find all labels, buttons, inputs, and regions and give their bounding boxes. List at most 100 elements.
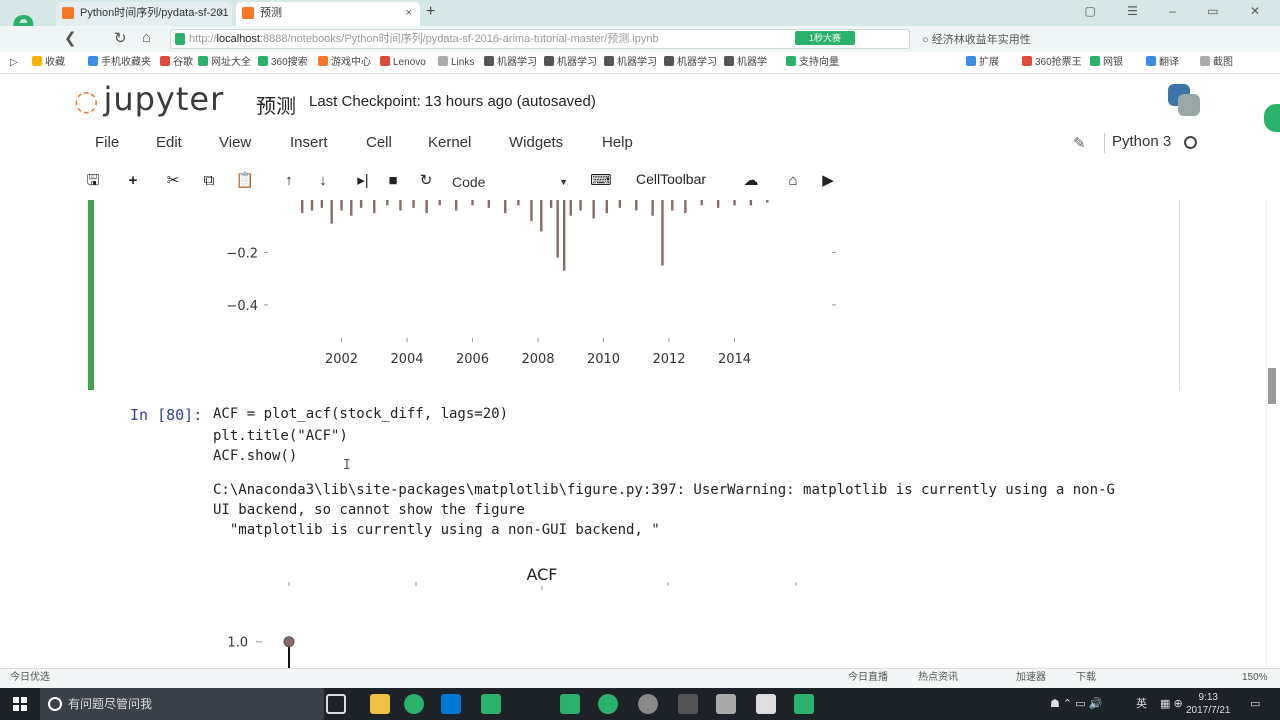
- app-icon[interactable]: [638, 694, 658, 714]
- close-icon[interactable]: ×: [406, 2, 412, 24]
- jupyter-logo[interactable]: ◌ jupyter: [74, 80, 224, 118]
- bookmark-item[interactable]: Lenovo: [380, 52, 426, 73]
- bookmark-item[interactable]: 360搜索: [258, 52, 308, 73]
- bookmark-item[interactable]: 谷歌: [160, 52, 193, 73]
- cut-icon[interactable]: ✂: [160, 170, 186, 192]
- edit-pencil-icon[interactable]: ✎: [1073, 134, 1086, 152]
- status-live[interactable]: 今日直播: [848, 669, 888, 687]
- menu-kernel[interactable]: Kernel: [428, 134, 471, 151]
- bar-mark: [569, 200, 572, 216]
- bookmark-item[interactable]: 机器学习: [484, 52, 537, 73]
- save-icon[interactable]: 🖫: [80, 170, 106, 192]
- refresh-icon[interactable]: ↻: [114, 29, 127, 47]
- taskbar-clock[interactable]: 9:13 2017/7/21: [1186, 691, 1231, 717]
- taskbar-search[interactable]: 有问题尽管问我: [40, 688, 324, 720]
- scrollbar-track[interactable]: [1266, 200, 1267, 668]
- status-today-pick[interactable]: 今日优选: [10, 669, 50, 687]
- status-accelerator[interactable]: 加速器: [1016, 669, 1046, 687]
- run-icon[interactable]: ▸|: [350, 170, 376, 192]
- bookmark-item[interactable]: 扩展: [966, 52, 999, 73]
- bookmark-item[interactable]: 360抢票王: [1022, 52, 1082, 73]
- move-up-icon[interactable]: ↑: [276, 170, 302, 192]
- zoom-level[interactable]: 150%: [1242, 669, 1268, 687]
- stop-icon[interactable]: ■: [380, 170, 406, 192]
- bookmark-item[interactable]: 截图: [1200, 52, 1233, 73]
- file-explorer-icon[interactable]: [370, 694, 390, 714]
- bar-mark: [399, 200, 402, 211]
- notebook-area[interactable]: −0.2 −0.4 2002 2004 2006 2008 2010 2012 2014 In …: [0, 200, 1280, 668]
- kernel-name[interactable]: Python 3: [1104, 133, 1171, 153]
- search-suggestion[interactable]: ○ 经济林收益年实用性: [922, 31, 1031, 47]
- bookmarks-toggle-icon[interactable]: ▷: [10, 52, 18, 73]
- menu-insert[interactable]: Insert: [290, 134, 328, 151]
- tab-title: Python时间序列/pydata-sf-201: [80, 7, 229, 19]
- bookmark-item[interactable]: Links: [438, 52, 474, 73]
- bookmark-item[interactable]: 网址大全: [198, 52, 251, 73]
- bookmark-item[interactable]: 机器学: [724, 52, 767, 73]
- app-icon[interactable]: [560, 694, 580, 714]
- menu-cell[interactable]: Cell: [366, 134, 392, 151]
- app-icon[interactable]: [716, 694, 736, 714]
- new-tab-button[interactable]: +: [426, 3, 435, 21]
- move-down-icon[interactable]: ↓: [310, 170, 336, 192]
- add-cell-icon[interactable]: +: [120, 170, 146, 192]
- browser-app-icon[interactable]: [404, 694, 424, 714]
- home-shortcut-icon[interactable]: ⌂: [780, 170, 806, 192]
- window-controls[interactable]: ▢ ☰ ‒ ▭ ✕: [1085, 4, 1275, 18]
- menu-help[interactable]: Help: [602, 134, 633, 151]
- status-download[interactable]: 下载: [1076, 669, 1096, 687]
- paste-icon[interactable]: 📋: [232, 170, 258, 192]
- menu-widgets[interactable]: Widgets: [509, 134, 563, 151]
- presentation-icon[interactable]: ▶: [815, 170, 841, 192]
- code-line[interactable]: ACF = plot_acf(stock_diff, lags=20): [213, 406, 508, 422]
- scrollbar-thumb[interactable]: [1268, 368, 1276, 404]
- action-center-icon[interactable]: ▭: [1250, 688, 1260, 720]
- back-icon[interactable]: ❮: [64, 29, 77, 47]
- bookmark-item[interactable]: 手机收藏夹: [88, 52, 151, 73]
- bar-mark: [438, 200, 441, 206]
- restart-icon[interactable]: ↻: [413, 170, 439, 192]
- bookmark-item[interactable]: 网银: [1090, 52, 1123, 73]
- notebook-toolbar: 🖫 + ✂ ⧉ 📋 ↑ ↓ ▸| ■ ↻ Code ▼ ⌨ CellToolba…: [0, 166, 1280, 196]
- y-tick-label: −0.2: [226, 246, 258, 261]
- input-language[interactable]: 英: [1136, 688, 1147, 720]
- cell-type-select[interactable]: Code ▼: [446, 172, 572, 192]
- tray-icons[interactable]: ☗ ⌃ ▭ 🔊: [1050, 688, 1102, 720]
- browser-tab-1[interactable]: Python时间序列/pydata-sf-201 ×: [56, 2, 232, 26]
- jupyter-header: ◌ jupyter 预测 Last Checkpoint: 13 hours ag…: [0, 74, 1280, 130]
- code-line[interactable]: ACF.show(): [213, 448, 297, 464]
- cloud-upload-icon[interactable]: ☁: [738, 170, 764, 192]
- cell-toolbar-button[interactable]: CellToolbar: [636, 171, 706, 187]
- menu-view[interactable]: View: [219, 134, 251, 151]
- app-icon[interactable]: [678, 694, 698, 714]
- close-icon[interactable]: ×: [218, 2, 224, 24]
- keyboard-icon[interactable]: ⌨: [588, 170, 614, 192]
- status-news[interactable]: 热点资讯: [918, 669, 958, 687]
- speed-badge[interactable]: 1秒大赛: [795, 31, 855, 45]
- side-extension-icon[interactable]: [1264, 104, 1280, 132]
- bookmark-item[interactable]: 游戏中心: [318, 52, 371, 73]
- bookmark-item[interactable]: 支持向量: [786, 52, 839, 73]
- windows-start-icon[interactable]: [13, 697, 27, 711]
- task-view-icon[interactable]: [326, 694, 346, 714]
- bookmark-item[interactable]: 机器学习: [544, 52, 597, 73]
- app-icon[interactable]: [598, 694, 618, 714]
- app-icon[interactable]: [481, 694, 501, 714]
- browser-tab-2[interactable]: 预测 ×: [236, 2, 420, 26]
- bookmark-item[interactable]: 收藏: [32, 52, 65, 73]
- notebook-name[interactable]: 预测: [256, 90, 296, 119]
- store-icon[interactable]: [441, 694, 461, 714]
- notification-icons[interactable]: ▦ ⊕: [1160, 688, 1183, 720]
- app-icon[interactable]: [794, 694, 814, 714]
- bookmark-item[interactable]: 翻译: [1146, 52, 1179, 73]
- bookmark-item[interactable]: 机器学习: [604, 52, 657, 73]
- menu-file[interactable]: File: [95, 134, 119, 151]
- bookmark-item[interactable]: 机器学习: [664, 52, 717, 73]
- home-icon[interactable]: ⌂: [142, 29, 151, 46]
- copy-icon[interactable]: ⧉: [196, 170, 222, 192]
- app-icon[interactable]: [756, 694, 776, 714]
- x-tick-label: 2010: [587, 352, 620, 367]
- menu-edit[interactable]: Edit: [156, 134, 182, 151]
- x-tick-label: 2004: [390, 352, 423, 367]
- code-line[interactable]: plt.title("ACF"): [213, 428, 348, 444]
